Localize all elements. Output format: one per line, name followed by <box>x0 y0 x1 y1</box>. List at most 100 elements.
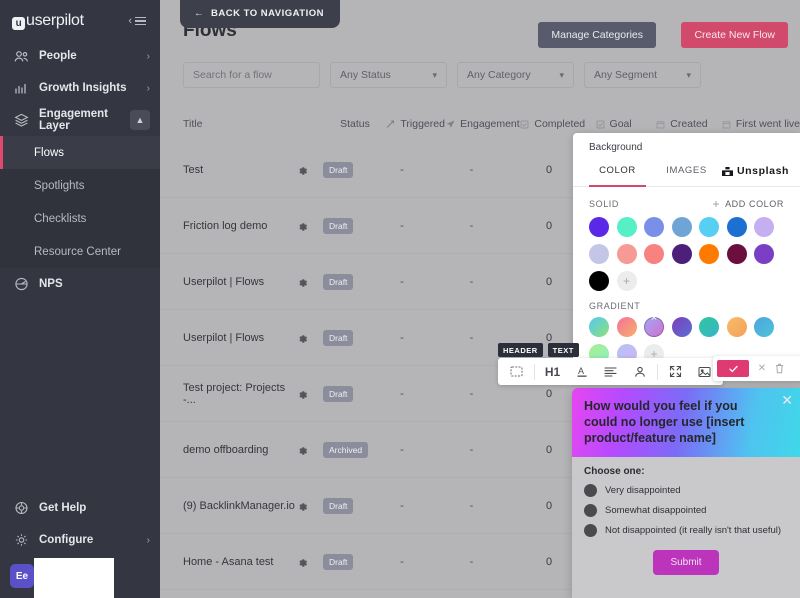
row-settings-gear-icon[interactable] <box>297 221 323 231</box>
radio-button[interactable] <box>584 484 597 497</box>
row-settings-gear-icon[interactable] <box>297 557 323 567</box>
solid-color-swatch[interactable] <box>754 217 774 237</box>
close-x-icon[interactable]: ✕ <box>781 393 793 407</box>
gradient-color-swatch[interactable] <box>754 317 774 337</box>
image-placeholder-icon[interactable] <box>502 358 531 385</box>
solid-color-swatch[interactable] <box>754 244 774 264</box>
heading-h1-icon[interactable]: H1 <box>538 358 567 385</box>
manage-categories-button[interactable]: Manage Categories <box>538 22 656 48</box>
survey-option[interactable]: Somewhat disappointed <box>584 504 788 517</box>
radio-button[interactable] <box>584 504 597 517</box>
text-color-icon[interactable]: A <box>567 358 596 385</box>
row-title: Test <box>160 164 297 176</box>
solid-color-swatch[interactable] <box>644 217 664 237</box>
plus-icon: + <box>712 197 720 211</box>
survey-option-label: Somewhat disappointed <box>605 505 706 516</box>
column-header-title[interactable]: Title <box>183 118 340 130</box>
background-panel-title: Background <box>573 133 800 161</box>
status-badge: Draft <box>323 162 353 178</box>
row-settings-gear-icon[interactable] <box>297 333 323 343</box>
row-settings-gear-icon[interactable] <box>297 501 323 511</box>
toolbar-divider <box>657 364 658 380</box>
sidebar-item-flows[interactable]: Flows <box>0 136 160 169</box>
column-label: Created <box>670 118 707 130</box>
solid-color-swatch[interactable] <box>589 244 609 264</box>
sidebar-item-growth-insights[interactable]: Growth Insights › <box>0 72 160 104</box>
avatar[interactable]: Ee <box>10 564 34 588</box>
avatar-icon[interactable] <box>625 358 654 385</box>
tag-text[interactable]: TEXT <box>548 343 579 357</box>
solid-color-swatch[interactable] <box>672 217 692 237</box>
survey-option[interactable]: Very disappointed <box>584 484 788 497</box>
solid-color-swatch[interactable] <box>727 244 747 264</box>
segment-filter-select[interactable]: Any Segment ▾ <box>584 62 701 88</box>
solid-color-swatch[interactable] <box>644 244 664 264</box>
survey-choose-label: Choose one: <box>584 466 788 477</box>
radio-button[interactable] <box>584 524 597 537</box>
trash-button[interactable] <box>775 363 797 374</box>
gradient-color-swatch[interactable] <box>617 317 637 337</box>
status-filter-select[interactable]: Any Status ▾ <box>330 62 447 88</box>
column-header-completed[interactable]: Completed <box>520 118 595 130</box>
tab-unsplash[interactable]: Unsplash <box>721 161 790 186</box>
category-filter-select[interactable]: Any Category ▾ <box>457 62 574 88</box>
hamburger-icon[interactable] <box>135 17 146 25</box>
column-header-engagement[interactable]: Engagement <box>446 118 520 130</box>
chevron-up-icon[interactable]: ▲ <box>130 110 150 130</box>
row-settings-gear-icon[interactable] <box>297 445 323 455</box>
calendar-icon <box>656 120 665 129</box>
solid-color-swatch[interactable] <box>617 217 637 237</box>
solid-color-swatch[interactable] <box>699 244 719 264</box>
submit-button[interactable]: Submit <box>653 550 718 575</box>
element-toolbar: HEADER TEXT H1 A <box>498 343 723 385</box>
status-badge: Archived <box>323 442 368 458</box>
survey-question: How would you feel if you could no longe… <box>584 398 774 446</box>
row-settings-gear-icon[interactable] <box>297 389 323 399</box>
sidebar-controls[interactable]: ‹ <box>128 15 146 27</box>
sidebar-item-engagement-layer[interactable]: Engagement Layer ▲ <box>0 104 160 136</box>
column-header-first-went-live[interactable]: First went live <box>722 118 800 130</box>
column-header-status[interactable]: Status <box>340 118 386 130</box>
survey-option[interactable]: Not disappointed (it really isn't that u… <box>584 524 788 537</box>
sidebar-item-nps[interactable]: NPS <box>0 268 160 300</box>
create-new-flow-button[interactable]: Create New Flow <box>681 22 788 48</box>
solid-color-swatch[interactable] <box>589 271 609 291</box>
gradient-color-swatch[interactable] <box>727 317 747 337</box>
sidebar-item-spotlights[interactable]: Spotlights <box>0 169 160 202</box>
fullscreen-icon[interactable] <box>661 358 690 385</box>
sidebar-item-get-help[interactable]: Get Help <box>0 492 160 524</box>
row-title: Test project: Projects -... <box>160 382 297 406</box>
sidebar-item-configure[interactable]: Configure › <box>0 524 160 556</box>
gradient-color-swatch[interactable] <box>589 317 609 337</box>
sidebar-item-checklists[interactable]: Checklists <box>0 202 160 235</box>
solid-color-swatch[interactable] <box>699 217 719 237</box>
solid-color-swatch[interactable] <box>727 217 747 237</box>
search-input[interactable]: Search for a flow <box>183 62 320 88</box>
brand-logo[interactable]: uuserpilot <box>12 12 84 30</box>
tab-images[interactable]: IMAGES <box>652 161 721 186</box>
row-settings-gear-icon[interactable] <box>297 165 323 175</box>
close-x-button[interactable]: ✕ <box>751 363 773 374</box>
sidebar-item-people[interactable]: People › <box>0 40 160 72</box>
align-left-icon[interactable] <box>596 358 625 385</box>
add-solid-color-swatch[interactable]: + <box>617 271 637 291</box>
column-label: First went live <box>736 118 800 130</box>
add-color-button[interactable]: + ADD COLOR <box>712 197 784 211</box>
solid-color-swatch[interactable] <box>617 244 637 264</box>
chevron-left-icon[interactable]: ‹ <box>128 15 132 27</box>
gradient-color-swatch[interactable] <box>699 317 719 337</box>
tab-color[interactable]: COLOR <box>583 161 652 186</box>
confirm-check-button[interactable] <box>717 360 749 377</box>
status-badge: Draft <box>323 554 353 570</box>
column-header-created[interactable]: Created <box>656 118 722 130</box>
column-header-goal[interactable]: Goal <box>596 118 657 130</box>
row-settings-gear-icon[interactable] <box>297 277 323 287</box>
solid-color-swatch[interactable] <box>672 244 692 264</box>
gradient-color-swatch[interactable] <box>644 317 664 337</box>
tag-header[interactable]: HEADER <box>498 343 543 357</box>
back-to-navigation-button[interactable]: ← BACK TO NAVIGATION <box>180 0 340 28</box>
gradient-color-swatch[interactable] <box>672 317 692 337</box>
column-header-triggered[interactable]: Triggered <box>386 118 446 130</box>
sidebar-item-resource-center[interactable]: Resource Center <box>0 235 160 268</box>
solid-color-swatch[interactable] <box>589 217 609 237</box>
